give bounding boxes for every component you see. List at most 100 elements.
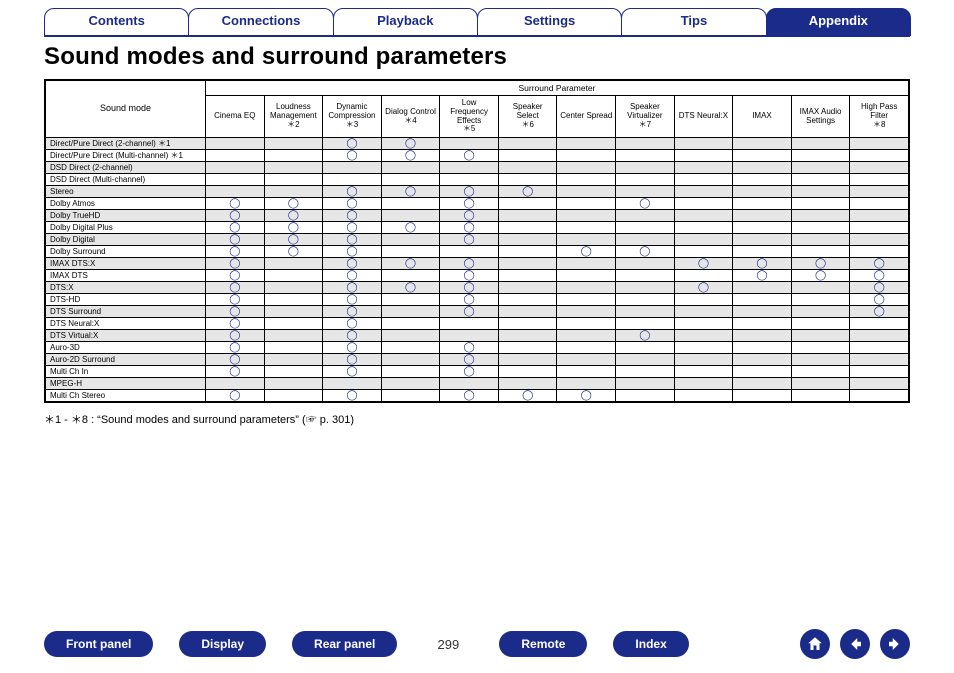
btn-display[interactable]: Display <box>179 631 266 657</box>
cell: ◯ <box>791 270 850 282</box>
cell: ◯ <box>674 258 733 270</box>
row-name: DTS Surround <box>46 306 206 318</box>
cell <box>264 330 323 342</box>
cell <box>791 246 850 258</box>
cell <box>674 234 733 246</box>
cell <box>733 150 792 162</box>
row-name: DSD Direct (Multi-channel) <box>46 174 206 186</box>
table-row: IMAX DTS◯◯◯◯◯◯ <box>46 270 909 282</box>
cell: ◯ <box>206 198 265 210</box>
tab-underline <box>44 36 910 37</box>
table-row: Dolby Atmos◯◯◯◯◯ <box>46 198 909 210</box>
cell <box>616 174 675 186</box>
col-1: Loudness Management＊2 <box>264 96 323 138</box>
cell <box>674 306 733 318</box>
tab-tips[interactable]: Tips <box>621 8 766 36</box>
cell: ◯ <box>206 306 265 318</box>
cell <box>557 294 616 306</box>
cell: ◯ <box>440 222 499 234</box>
cell: ◯ <box>440 342 499 354</box>
cell <box>206 162 265 174</box>
table-row: Dolby Digital Plus◯◯◯◯◯ <box>46 222 909 234</box>
cell: ◯ <box>557 390 616 402</box>
cell <box>733 186 792 198</box>
cell: ◯ <box>381 186 440 198</box>
cell <box>498 234 557 246</box>
cell <box>616 234 675 246</box>
page-title: Sound modes and surround parameters <box>44 43 910 71</box>
cell <box>616 294 675 306</box>
back-icon[interactable] <box>840 629 870 659</box>
cell <box>264 342 323 354</box>
cell <box>616 354 675 366</box>
btn-remote[interactable]: Remote <box>499 631 587 657</box>
table-row: Dolby Surround◯◯◯◯◯ <box>46 246 909 258</box>
cell: ◯ <box>850 270 909 282</box>
cell <box>733 318 792 330</box>
cell <box>850 198 909 210</box>
cell <box>616 270 675 282</box>
col-5: Speaker Select＊6 <box>498 96 557 138</box>
cell <box>850 186 909 198</box>
tab-contents[interactable]: Contents <box>44 8 189 36</box>
tab-connections[interactable]: Connections <box>188 8 333 36</box>
home-icon[interactable] <box>800 629 830 659</box>
cell <box>264 150 323 162</box>
cell: ◯ <box>733 258 792 270</box>
cell <box>557 258 616 270</box>
forward-icon[interactable] <box>880 629 910 659</box>
col-sound-mode: Sound mode <box>46 81 206 138</box>
table-row: Stereo◯◯◯◯ <box>46 186 909 198</box>
cell <box>791 198 850 210</box>
btn-rear-panel[interactable]: Rear panel <box>292 631 397 657</box>
cell <box>498 246 557 258</box>
cell <box>616 366 675 378</box>
cell <box>440 246 499 258</box>
cell <box>616 258 675 270</box>
cell <box>264 186 323 198</box>
cell: ◯ <box>381 222 440 234</box>
cell: ◯ <box>440 270 499 282</box>
btn-front-panel[interactable]: Front panel <box>44 631 153 657</box>
cell <box>674 162 733 174</box>
tab-appendix[interactable]: Appendix <box>766 8 911 36</box>
cell <box>498 294 557 306</box>
cell <box>381 330 440 342</box>
tab-settings[interactable]: Settings <box>477 8 622 36</box>
row-name: Multi Ch Stereo <box>46 390 206 402</box>
nav-icons <box>800 629 910 659</box>
cell <box>733 162 792 174</box>
tab-playback[interactable]: Playback <box>333 8 478 36</box>
cell: ◯ <box>733 270 792 282</box>
btn-index[interactable]: Index <box>613 631 688 657</box>
table-row: Direct/Pure Direct (Multi-channel) ＊1◯◯◯ <box>46 150 909 162</box>
cell: ◯ <box>323 138 382 150</box>
cell: ◯ <box>206 354 265 366</box>
cell: ◯ <box>206 234 265 246</box>
col-10: IMAX Audio Settings <box>791 96 850 138</box>
cell: ◯ <box>206 342 265 354</box>
cell: ◯ <box>264 222 323 234</box>
cell: ◯ <box>440 390 499 402</box>
cell <box>791 366 850 378</box>
col-9: IMAX <box>733 96 792 138</box>
cell <box>791 174 850 186</box>
cell <box>850 318 909 330</box>
cell <box>381 234 440 246</box>
cell <box>733 306 792 318</box>
table-row: MPEG-H <box>46 378 909 390</box>
cell <box>850 210 909 222</box>
cell: ◯ <box>381 150 440 162</box>
cell <box>206 186 265 198</box>
cell <box>616 222 675 234</box>
cell: ◯ <box>206 318 265 330</box>
cell <box>498 282 557 294</box>
cell <box>791 150 850 162</box>
row-name: Direct/Pure Direct (2-channel) ＊1 <box>46 138 206 150</box>
cell <box>323 162 382 174</box>
cell <box>674 198 733 210</box>
cell: ◯ <box>323 234 382 246</box>
cell <box>674 378 733 390</box>
cell <box>850 222 909 234</box>
cell: ◯ <box>264 234 323 246</box>
